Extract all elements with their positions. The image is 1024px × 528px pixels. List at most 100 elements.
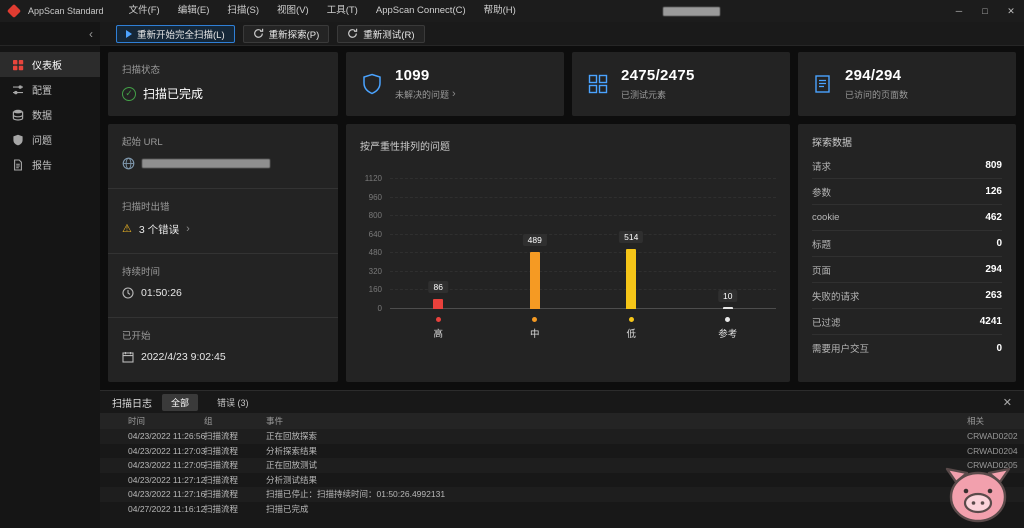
scan-errors-link[interactable]: ⚠ 3 个错误 › xyxy=(122,222,324,237)
log-row[interactable]: 04/23/2022 11:27:03扫描流程分析探索结果CRWAD0204 xyxy=(100,444,1024,459)
chart-value-label: 489 xyxy=(523,234,547,246)
globe-icon xyxy=(122,157,135,170)
retest-label: 重新测试(R) xyxy=(363,27,414,41)
log-cell-event: 扫描已停止：扫描持续时间：01:50:26.4992131 xyxy=(266,488,967,500)
log-cell-time: 04/23/2022 11:27:16 xyxy=(100,489,204,499)
log-cell-group: 扫描流程 xyxy=(204,445,266,457)
log-cell-time: 04/23/2022 11:27:03 xyxy=(100,446,204,456)
chart-bar-参考[interactable] xyxy=(723,307,733,309)
start-url-label: 起始 URL xyxy=(122,134,324,148)
sidebar-item-dashboard[interactable]: 仪表板 xyxy=(0,52,100,77)
menubar-item[interactable]: 视图(V) xyxy=(268,0,318,22)
pages-count: 294/294 xyxy=(845,67,908,84)
scan-errors-label: 扫描时出错 xyxy=(122,199,324,213)
warning-icon: ⚠ xyxy=(122,224,132,235)
retest-button[interactable]: 重新测试(R) xyxy=(337,25,424,43)
log-row[interactable]: 04/27/2022 11:16:12扫描流程扫描已完成 xyxy=(100,502,1024,517)
sidebar-item-issues[interactable]: 问题 xyxy=(0,127,100,152)
toolbar: ‹ 重新开始完全扫描(L) 重新探索(P) 重新测试(R) xyxy=(0,22,1024,46)
chart-bar-column: 10 xyxy=(680,179,777,309)
explore-row-label: cookie xyxy=(812,212,839,223)
issues-icon xyxy=(12,134,24,146)
log-row[interactable]: 04/23/2022 11:27:05扫描流程正在回放测试CRWAD0205 xyxy=(100,458,1024,473)
log-row[interactable]: 04/23/2022 11:27:16扫描流程扫描已停止：扫描持续时间：01:5… xyxy=(100,487,1024,502)
log-table-header: 时间 组 事件 相关 xyxy=(100,413,1024,429)
sidebar-item-data[interactable]: 数据 xyxy=(0,102,100,127)
menubar-item[interactable]: 帮助(H) xyxy=(475,0,525,22)
explore-data-row: 已过滤4241 xyxy=(812,309,1002,335)
explore-row-label: 标题 xyxy=(812,237,831,251)
scan-log-title: 扫描日志 xyxy=(112,395,152,410)
elements-grid-icon xyxy=(588,74,608,94)
log-cell-event: 分析测试结果 xyxy=(266,474,967,486)
refresh-test-icon xyxy=(347,28,358,39)
config-icon xyxy=(12,84,24,96)
chart-ytick-label: 320 xyxy=(369,267,382,276)
menubar-item[interactable]: 编辑(E) xyxy=(169,0,219,22)
sidebar-item-report[interactable]: 报告 xyxy=(0,152,100,177)
scan-log-header: 扫描日志 全部 错误 (3) ✕ xyxy=(100,391,1024,413)
chart-bar-column: 514 xyxy=(583,179,680,309)
tested-elements-card[interactable]: 2475/2475 已测试元素 xyxy=(572,52,790,116)
scan-log-panel: 扫描日志 全部 错误 (3) ✕ 时间 组 事件 相关 04/23/2022 1… xyxy=(100,390,1024,528)
scan-status-title: 扫描状态 xyxy=(122,62,324,76)
chart-bar-低[interactable] xyxy=(626,249,636,309)
sidebar-top-strip: ‹ xyxy=(0,22,100,45)
app-title: AppScan Standard xyxy=(28,6,104,16)
close-log-panel-icon[interactable]: ✕ xyxy=(1003,396,1012,409)
minimize-button[interactable]: ─ xyxy=(946,0,972,22)
unresolved-issues-card[interactable]: 1099 未解决的问题 › xyxy=(346,52,564,116)
check-glyph: ✓ xyxy=(125,88,133,99)
tab-all[interactable]: 全部 xyxy=(162,394,198,411)
app-window: AppScan Standard 文件(F)编辑(E)扫描(S)视图(V)工具(… xyxy=(0,0,1024,528)
chart-ytick-label: 960 xyxy=(369,193,382,202)
sidebar-item-config[interactable]: 配置 xyxy=(0,77,100,102)
log-cell-event: 正在回放测试 xyxy=(266,459,967,471)
redacted-start-url xyxy=(142,159,270,168)
chart-category-label: 中 xyxy=(530,326,540,340)
log-cell-related: CRWAD0202 xyxy=(967,431,1024,441)
menubar-item[interactable]: AppScan Connect(C) xyxy=(367,0,475,22)
explore-rows: 请求809参数126cookie462标题0页面294失败的请求263已过滤42… xyxy=(812,153,1002,361)
log-row[interactable]: 04/23/2022 11:27:12扫描流程分析测试结果 xyxy=(100,473,1024,488)
explore-row-value: 263 xyxy=(985,290,1002,301)
log-cell-time: 04/23/2022 11:27:05 xyxy=(100,460,204,470)
sidebar-collapse-button[interactable]: ‹ xyxy=(89,28,93,40)
menubar-item[interactable]: 文件(F) xyxy=(120,0,169,22)
severity-dot-icon xyxy=(629,317,634,322)
restart-full-scan-button[interactable]: 重新开始完全扫描(L) xyxy=(116,25,235,43)
explore-row-label: 请求 xyxy=(812,159,831,173)
started-label: 已开始 xyxy=(122,328,324,342)
tab-errors[interactable]: 错误 (3) xyxy=(208,394,258,411)
chart-bar-中[interactable] xyxy=(530,252,540,309)
chart-bar-高[interactable] xyxy=(433,299,443,309)
severity-dot-icon xyxy=(532,317,537,322)
chart-ytick-label: 480 xyxy=(369,248,382,257)
log-cell-event: 正在回放探索 xyxy=(266,430,967,442)
maximize-button[interactable]: □ xyxy=(972,0,998,22)
chart-plot-area: 8648951410 xyxy=(390,179,776,309)
chart-ytick-label: 160 xyxy=(369,285,382,294)
data-icon xyxy=(12,109,24,121)
close-button[interactable]: ✕ xyxy=(998,0,1024,22)
menubar: 文件(F)编辑(E)扫描(S)视图(V)工具(T)AppScan Connect… xyxy=(120,0,525,22)
log-cell-related: CRWAD0204 xyxy=(967,446,1024,456)
chart-x-axis: 高中低参考 xyxy=(390,317,776,340)
chart-value-label: 10 xyxy=(718,290,737,302)
explore-data-row: 参数126 xyxy=(812,179,1002,205)
redacted-title-text xyxy=(663,7,720,16)
chart-value-label: 514 xyxy=(619,231,643,243)
explore-row-value: 4241 xyxy=(980,316,1002,327)
explore-row-label: 参数 xyxy=(812,185,831,199)
log-column-group: 组 xyxy=(204,415,266,427)
sidebar-item-label: 报告 xyxy=(32,157,52,172)
log-row[interactable]: 04/23/2022 11:26:56扫描流程正在回放探索CRWAD0202 xyxy=(100,429,1024,444)
menubar-item[interactable]: 扫描(S) xyxy=(218,0,268,22)
visited-pages-card[interactable]: 294/294 已访问的页面数 xyxy=(798,52,1016,116)
toolbar-buttons: 重新开始完全扫描(L) 重新探索(P) 重新测试(R) xyxy=(116,25,425,43)
menubar-item[interactable]: 工具(T) xyxy=(318,0,367,22)
explore-data-row: 失败的请求263 xyxy=(812,283,1002,309)
started-value: 2022/4/23 9:02:45 xyxy=(141,351,226,363)
reexplore-button[interactable]: 重新探索(P) xyxy=(243,25,330,43)
issues-by-severity-card: 按严重性排列的问题 01603204806408009601120 864895… xyxy=(346,124,790,382)
